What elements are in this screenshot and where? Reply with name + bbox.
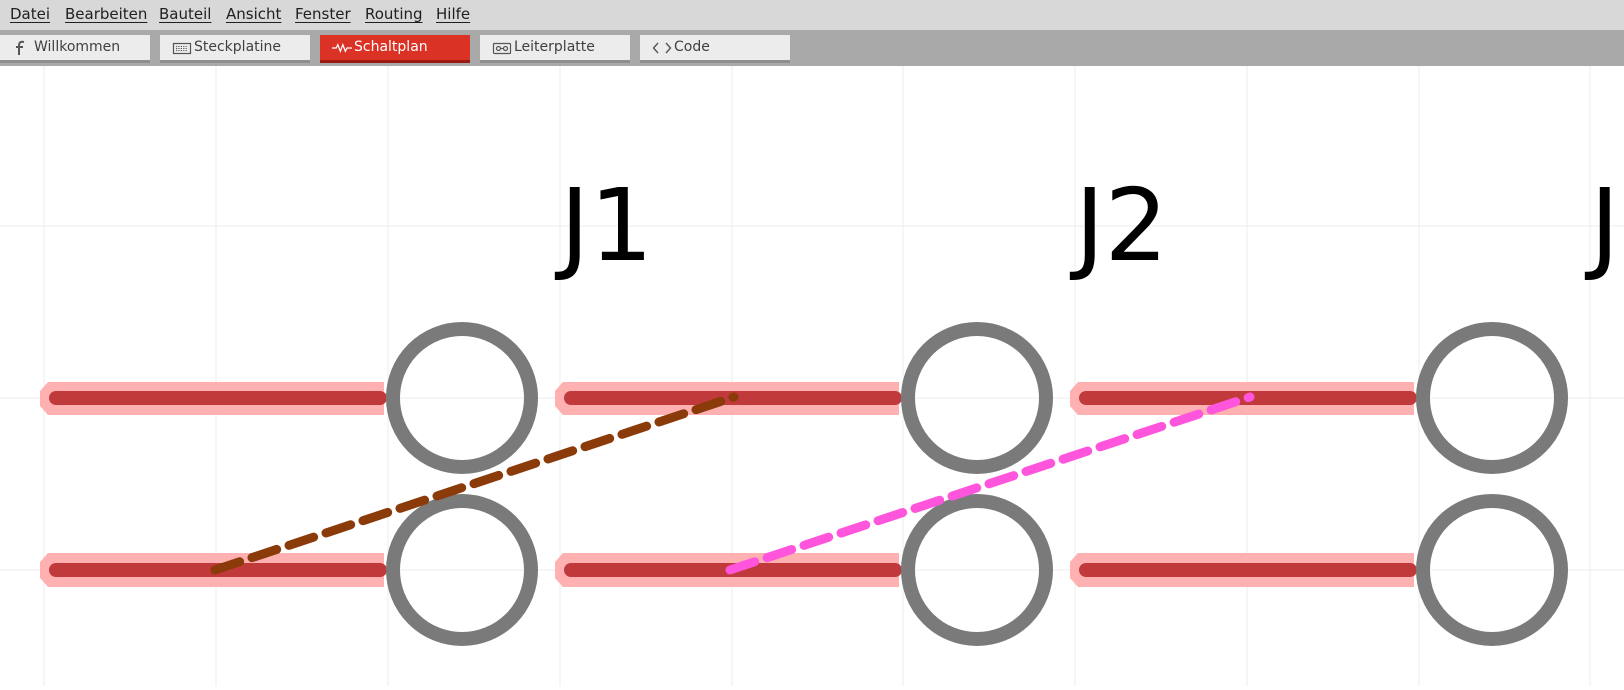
menu-bauteil[interactable]: Bauteil bbox=[159, 5, 211, 23]
schematic-drawing: J1 J2 J bbox=[0, 66, 1624, 686]
menu-datei[interactable]: Datei bbox=[10, 5, 50, 23]
ratsnest-wire-2[interactable] bbox=[725, 392, 1255, 575]
tab-label: Steckplatine bbox=[194, 39, 282, 55]
ratsnest-wire-1[interactable] bbox=[210, 392, 739, 575]
menu-hilfe[interactable]: Hilfe bbox=[436, 5, 470, 23]
connector-part-3[interactable] bbox=[1070, 322, 1568, 646]
tab-leiterplatte[interactable]: Leiterplatte bbox=[480, 35, 630, 63]
tab-label: Schaltplan bbox=[354, 39, 428, 55]
pcb-icon bbox=[492, 42, 512, 55]
tab-label: Leiterplatte bbox=[514, 39, 595, 55]
tab-schaltplan[interactable]: Schaltplan bbox=[320, 35, 470, 63]
schematic-icon bbox=[332, 42, 352, 54]
part-label-j1[interactable]: J1 bbox=[554, 167, 653, 284]
grid bbox=[0, 66, 1624, 686]
breadboard-icon bbox=[172, 42, 192, 55]
connector-part-1[interactable] bbox=[40, 322, 538, 646]
menu-ansicht[interactable]: Ansicht bbox=[226, 5, 281, 23]
menu-bar: Datei Bearbeiten Bauteil Ansicht Fenster… bbox=[0, 0, 1624, 30]
tab-steckplatine[interactable]: Steckplatine bbox=[160, 35, 310, 63]
part-label-j2[interactable]: J2 bbox=[1069, 167, 1168, 284]
connector-part-2[interactable] bbox=[555, 322, 1053, 646]
menu-routing[interactable]: Routing bbox=[365, 5, 423, 23]
code-icon bbox=[652, 42, 672, 54]
menu-bearbeiten[interactable]: Bearbeiten bbox=[65, 5, 147, 23]
tab-code[interactable]: Code bbox=[640, 35, 790, 63]
view-tab-bar: Willkommen Steckplatine Schaltplan Leite… bbox=[0, 30, 1624, 66]
menu-fenster[interactable]: Fenster bbox=[295, 5, 351, 23]
fritzing-logo-icon bbox=[16, 40, 25, 55]
schematic-canvas[interactable]: J1 J2 J bbox=[0, 66, 1624, 686]
tab-label: Code bbox=[674, 39, 710, 55]
tab-willkommen[interactable]: Willkommen bbox=[0, 35, 150, 63]
part-label-j3[interactable]: J bbox=[1584, 167, 1620, 284]
tab-label: Willkommen bbox=[34, 39, 121, 55]
